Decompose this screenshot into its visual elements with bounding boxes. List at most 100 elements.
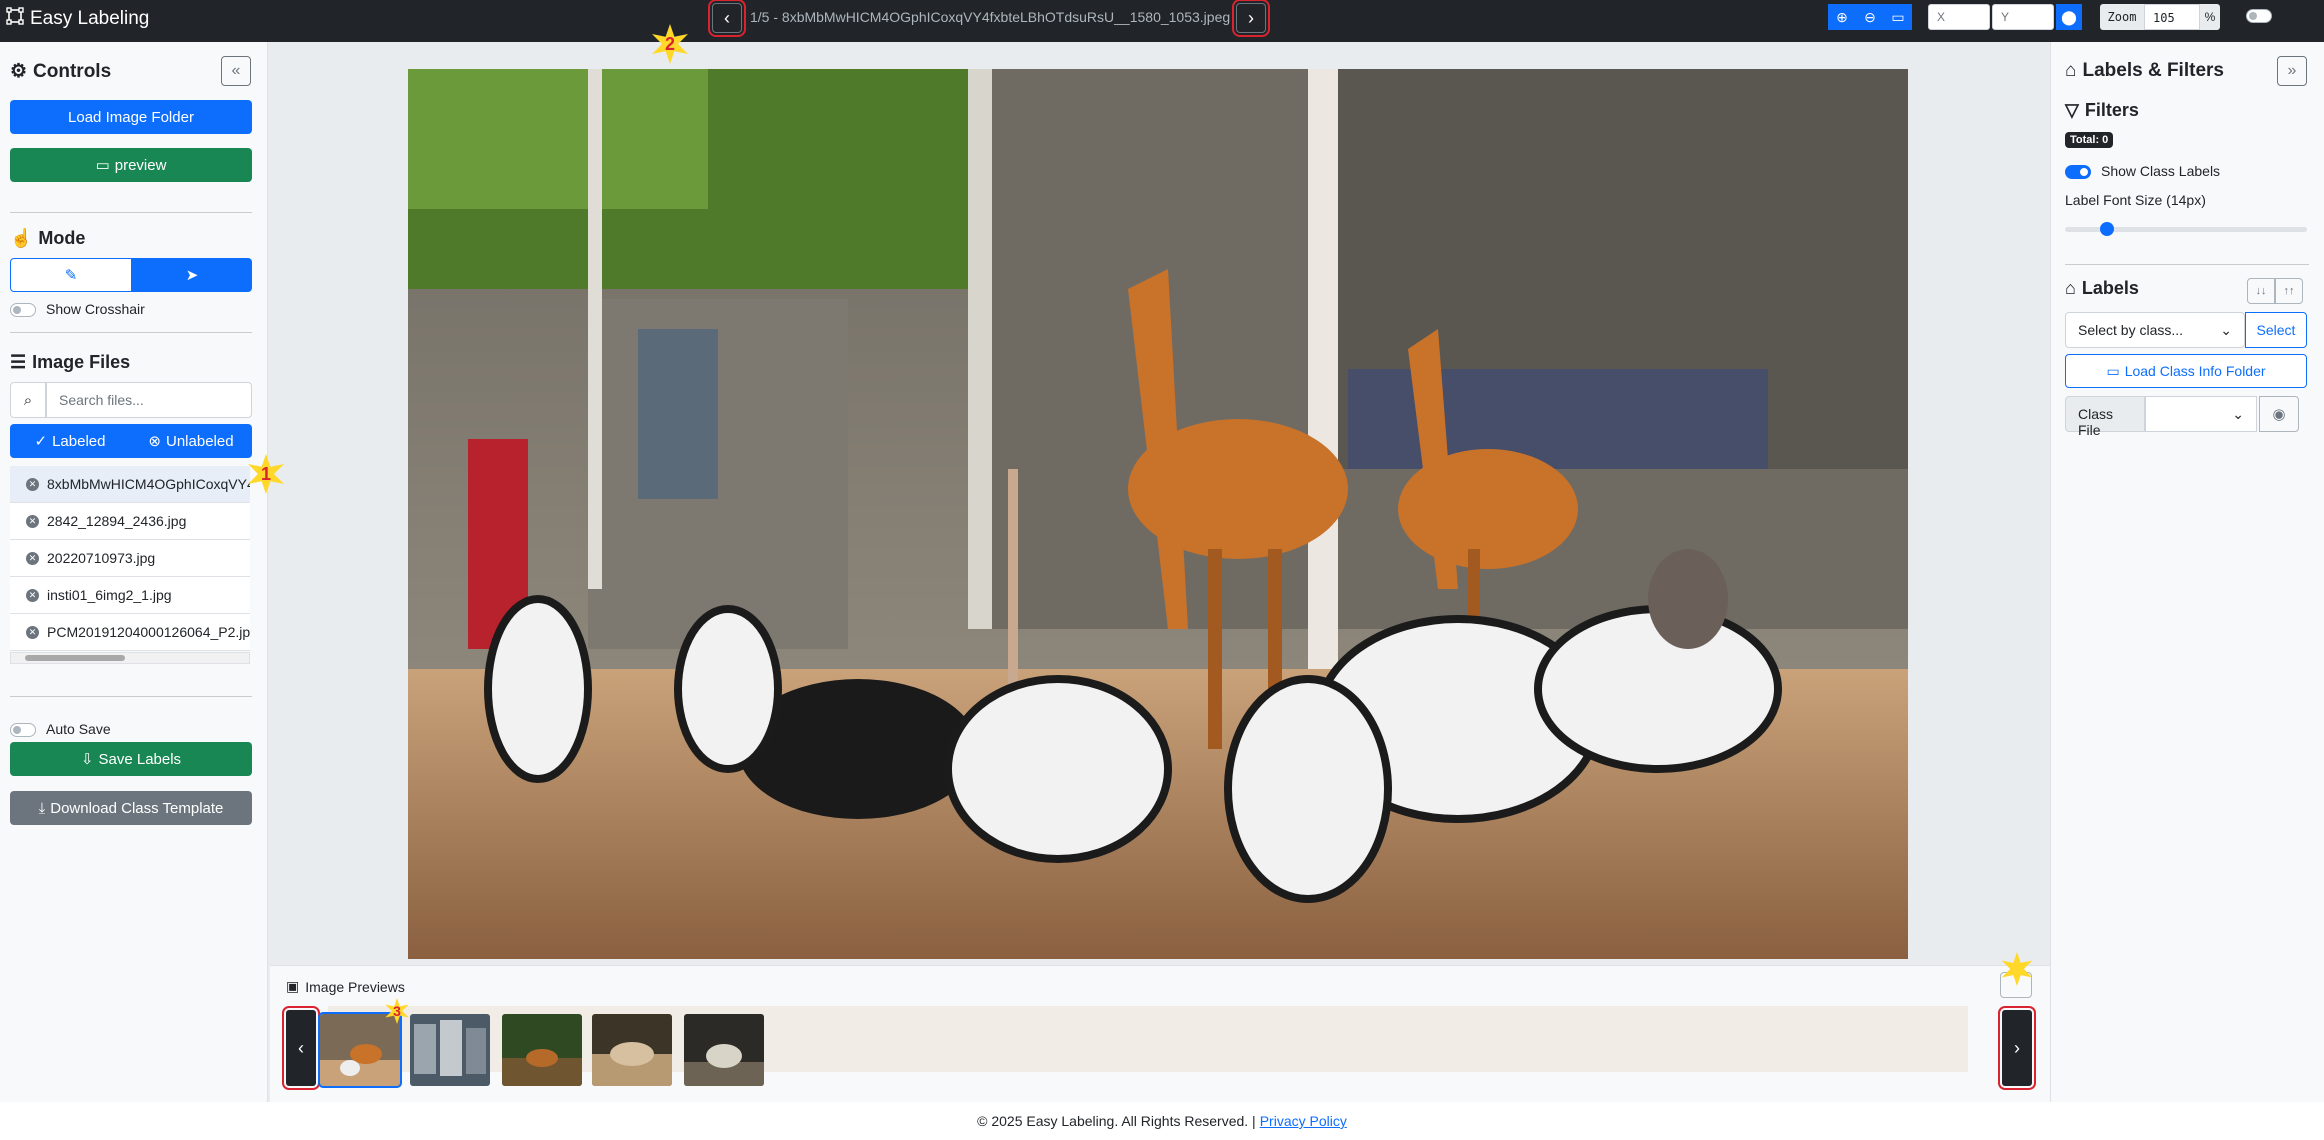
load-class-info-folder-button[interactable]: ▭ Load Class Info Folder bbox=[2065, 354, 2307, 388]
file-item[interactable]: ✕ 2842_12894_2436.jpg bbox=[10, 503, 250, 540]
file-list-scrollbar[interactable] bbox=[10, 652, 250, 664]
select-class-button[interactable]: Select bbox=[2245, 312, 2307, 348]
divider bbox=[10, 696, 252, 697]
image-files-heading: ☰ Image Files bbox=[10, 352, 131, 372]
top-navbar: Easy Labeling ‹ 1/5 - 8xbMbMwHICM4OGphIC… bbox=[0, 0, 2324, 42]
zoom-unit: % bbox=[2200, 4, 2220, 30]
chevron-right-icon: › bbox=[2014, 1037, 2020, 1058]
filters-heading: ▽ Filters bbox=[2065, 100, 2139, 120]
previews-next-button[interactable]: › bbox=[1998, 1006, 2036, 1090]
load-image-folder-button[interactable]: Load Image Folder bbox=[10, 100, 252, 134]
auto-save-toggle[interactable] bbox=[10, 723, 36, 737]
annotation-marker-1: 1 bbox=[246, 454, 286, 494]
thumbnail-image bbox=[320, 1014, 400, 1086]
select-mode-button[interactable]: ➤ bbox=[132, 258, 252, 292]
file-item[interactable]: ✕8xbMbMwHICM4OGphICoxqVY4fxbteLBhOTdsuRs… bbox=[10, 466, 250, 503]
annotation-marker-2: 2 bbox=[650, 24, 690, 64]
prev-image-button[interactable]: ‹ bbox=[708, 0, 746, 37]
labels-filters-panel: ⌂ Labels & Filters » ▽ Filters Total: 0 Sh… bbox=[2050, 42, 2324, 1102]
map-pin-icon: ⬤ bbox=[2061, 8, 2077, 25]
current-filename: 1/5 - 8xbMbMwHICM4OGphICoxqVY4fxbteLBhOT… bbox=[750, 9, 1231, 25]
file-item[interactable]: ✕ insti01_6img2_1.jpg bbox=[10, 577, 250, 614]
sort-down-icon: ↓↓ bbox=[2255, 285, 2267, 297]
labels-filters-heading: ⌂ Labels & Filters bbox=[2065, 60, 2224, 81]
save-icon: ⇩ bbox=[80, 751, 94, 768]
previews-prev-button[interactable]: ‹ bbox=[282, 1006, 320, 1090]
thumbnail-image bbox=[592, 1014, 672, 1086]
zoo-scene-image bbox=[408, 69, 1908, 959]
preview-thumbnail[interactable] bbox=[410, 1014, 490, 1086]
y-coordinate-input[interactable]: Y bbox=[1992, 4, 2054, 30]
show-class-labels-label: Show Class Labels bbox=[2101, 163, 2221, 179]
zoom-in-button[interactable]: ⊕ bbox=[1828, 4, 1856, 30]
divider bbox=[10, 332, 252, 333]
thumbnail-image bbox=[502, 1014, 582, 1086]
copyright-text: © 2025 Easy Labeling. All Rights Reserve… bbox=[977, 1113, 1256, 1129]
preview-thumbnail[interactable] bbox=[318, 1012, 402, 1088]
filter-unlabeled-button[interactable]: ⊗ Unlabeled bbox=[130, 424, 252, 458]
zoom-out-icon: ⊖ bbox=[1864, 8, 1876, 25]
x-coordinate-input[interactable]: X bbox=[1928, 4, 1990, 30]
pencil-square-icon: ✎ bbox=[64, 267, 78, 284]
x-circle-icon: ⊗ bbox=[148, 433, 161, 450]
class-select-dropdown[interactable]: Select by class... ⌄ bbox=[2065, 312, 2245, 348]
chevron-left-icon: ‹ bbox=[724, 7, 730, 28]
class-file-label: Class File bbox=[2065, 396, 2145, 438]
zoom-out-button[interactable]: ⊖ bbox=[1856, 4, 1884, 30]
preview-thumbnail[interactable] bbox=[502, 1014, 582, 1086]
labels-heading: ⌂ Labels bbox=[2065, 278, 2139, 298]
app-brand: Easy Labeling bbox=[6, 7, 149, 31]
chevron-left-icon: ‹ bbox=[298, 1037, 304, 1058]
x-circle-icon: ✕ bbox=[26, 625, 39, 639]
controls-panel: ⚙ Controls « Load Image Folder ▭ preview ☝… bbox=[0, 42, 268, 1102]
footer: © 2025 Easy Labeling. All Rights Reserve… bbox=[0, 1102, 2324, 1140]
label-font-size-slider[interactable] bbox=[2065, 222, 2307, 236]
collapse-right-button[interactable]: » bbox=[2277, 56, 2307, 86]
draw-mode-button[interactable]: ✎ bbox=[10, 258, 132, 292]
theme-toggle[interactable] bbox=[2246, 9, 2272, 23]
sort-descending-button[interactable]: ↑↑ bbox=[2275, 278, 2303, 304]
view-class-file-button[interactable]: ◉ bbox=[2259, 396, 2299, 432]
x-circle-icon: ✕ bbox=[26, 477, 39, 491]
x-circle-icon: ✕ bbox=[26, 588, 39, 602]
annotation-marker-star bbox=[2000, 952, 2034, 986]
fit-screen-button[interactable]: ▭ bbox=[1884, 4, 1912, 30]
next-image-button[interactable]: › bbox=[1232, 0, 1270, 37]
image-icon: ▭ bbox=[95, 157, 110, 174]
auto-save-label: Auto Save bbox=[46, 721, 111, 737]
eye-icon: ◉ bbox=[2272, 406, 2286, 423]
bounding-box-icon bbox=[6, 7, 24, 31]
preview-thumbnail[interactable] bbox=[592, 1014, 672, 1086]
label-font-size-label: Label Font Size (14px) bbox=[2065, 192, 2206, 208]
divider bbox=[10, 212, 252, 213]
class-file-dropdown[interactable]: ⌄ bbox=[2145, 396, 2257, 432]
goto-location-button[interactable]: ⬤ bbox=[2056, 4, 2082, 30]
tag-icon: ⌂ bbox=[2065, 60, 2077, 81]
privacy-policy-link[interactable]: Privacy Policy bbox=[1260, 1113, 1347, 1129]
file-item[interactable]: ✕ PCM20191204000126064_P2.jpg bbox=[10, 614, 250, 651]
app-title: Easy Labeling bbox=[30, 8, 150, 29]
crosshair-toggle[interactable] bbox=[10, 303, 36, 317]
download-icon: ⤓ bbox=[38, 799, 46, 817]
main-image-canvas[interactable] bbox=[408, 69, 1908, 959]
collapse-left-button[interactable]: « bbox=[221, 56, 251, 86]
cursor-send-icon: ➤ bbox=[185, 267, 199, 284]
preview-button[interactable]: ▭ preview bbox=[10, 148, 252, 182]
search-files-input[interactable]: Search files... bbox=[46, 382, 252, 418]
sort-up-icon: ↑↑ bbox=[2283, 285, 2295, 297]
thumbnail-image bbox=[410, 1014, 490, 1086]
sort-ascending-button[interactable]: ↓↓ bbox=[2247, 278, 2275, 304]
scrollbar-thumb[interactable] bbox=[25, 655, 125, 661]
download-class-template-button[interactable]: ⤓ Download Class Template bbox=[10, 791, 252, 825]
total-count-badge: Total: 0 bbox=[2065, 132, 2114, 148]
filter-labeled-button[interactable]: ✓ Labeled bbox=[10, 424, 130, 458]
preview-thumbnail[interactable] bbox=[684, 1014, 764, 1086]
x-circle-icon: ✕ bbox=[26, 551, 39, 565]
zoom-input[interactable]: 105 bbox=[2144, 4, 2200, 30]
thumbnail-image bbox=[684, 1014, 764, 1086]
file-item[interactable]: ✕ 20220710973.jpg bbox=[10, 540, 250, 577]
show-class-labels-toggle[interactable] bbox=[2065, 165, 2091, 179]
slider-thumb[interactable] bbox=[2100, 222, 2114, 236]
save-labels-button[interactable]: ⇩ Save Labels bbox=[10, 742, 252, 776]
x-circle-icon: ✕ bbox=[26, 514, 39, 528]
